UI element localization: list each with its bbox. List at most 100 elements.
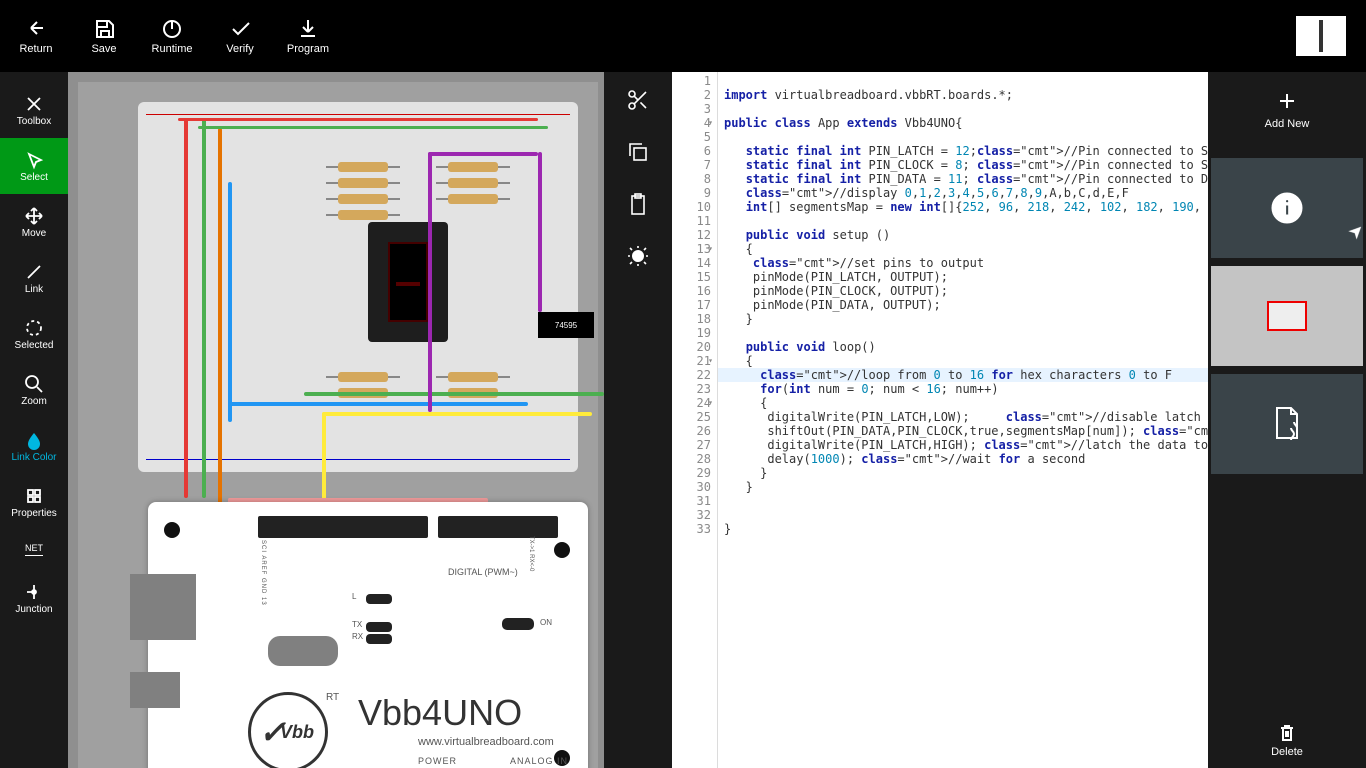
properties-label: Properties [11, 508, 57, 519]
rt-label: RT [326, 692, 339, 703]
wire[interactable] [304, 392, 604, 396]
properties-icon [24, 486, 44, 506]
wire[interactable] [202, 118, 206, 498]
wire[interactable] [198, 126, 548, 129]
link-button[interactable]: Link [0, 250, 68, 306]
tools-icon [24, 94, 44, 114]
led-rx-label: RX [352, 632, 363, 641]
resistor[interactable] [338, 194, 388, 204]
info-card[interactable]: i [1211, 158, 1363, 258]
wire[interactable] [428, 152, 538, 156]
resistor[interactable] [338, 162, 388, 172]
paste-button[interactable] [626, 192, 650, 216]
resistor[interactable] [448, 162, 498, 172]
pin-tx-labels: TX->1 RX<-0 [528, 536, 534, 571]
return-label: Return [19, 43, 52, 55]
analog-label: ANALOG IN [510, 756, 568, 766]
led-l-label: L [352, 592, 356, 601]
copy-button[interactable] [626, 140, 650, 164]
on-led [502, 618, 534, 630]
save-icon [93, 17, 115, 39]
split-view-button[interactable] [1296, 16, 1346, 56]
seven-segment-display[interactable] [368, 222, 448, 342]
toolbox-button[interactable]: Toolbox [0, 82, 68, 138]
selection-icon [24, 318, 44, 338]
move-button[interactable]: Move [0, 194, 68, 250]
properties-button[interactable]: Properties [0, 474, 68, 530]
verify-label: Verify [226, 43, 254, 55]
right-panel: Add New i Delete [1208, 72, 1366, 768]
junction-label: Junction [15, 604, 52, 615]
delete-label: Delete [1271, 746, 1303, 758]
save-label: Save [91, 43, 116, 55]
wire[interactable] [322, 412, 592, 416]
edit-toolbar [604, 72, 672, 768]
trash-icon [1277, 722, 1297, 742]
select-button[interactable]: Select [0, 138, 68, 194]
wire[interactable] [538, 152, 542, 312]
line-gutter: 1234567891011121314151617181920212223242… [672, 72, 718, 768]
back-arrow-icon [25, 17, 47, 39]
copy-icon [626, 140, 650, 164]
breadboard-canvas[interactable]: 74595 [68, 72, 604, 768]
wire[interactable] [178, 118, 538, 121]
main-content: Toolbox Select Move Link Selected Zoom L… [0, 72, 1366, 768]
power-icon [161, 17, 183, 39]
add-new-label: Add New [1265, 118, 1310, 130]
code-body[interactable]: import virtualbreadboard.vbbRT.boards.*;… [718, 72, 1208, 768]
led-tx-label: TX [352, 620, 362, 629]
clipboard-icon [626, 192, 650, 216]
return-button[interactable]: Return [6, 6, 66, 66]
arduino-board[interactable]: SCI AREF GND 13 L TX RX ON DIGITAL (PWM~… [148, 502, 588, 768]
shift-register-chip[interactable]: 74595 [538, 312, 594, 338]
delete-button[interactable]: Delete [1208, 722, 1366, 758]
top-toolbar: Return Save Runtime Verify Program [0, 0, 1366, 72]
runtime-label: Runtime [152, 43, 193, 55]
plus-icon [1276, 90, 1298, 112]
add-new-button[interactable]: Add New [1265, 90, 1310, 130]
resistor[interactable] [338, 372, 388, 382]
junction-icon [24, 582, 44, 602]
left-toolbar: Toolbox Select Move Link Selected Zoom L… [0, 72, 68, 768]
runtime-button[interactable]: Runtime [142, 6, 202, 66]
wire[interactable] [228, 402, 528, 406]
net-button[interactable]: NET [0, 530, 68, 570]
logo-text: Vbb [280, 722, 314, 743]
on-label: ON [540, 618, 552, 627]
resistor[interactable] [448, 178, 498, 188]
cut-button[interactable] [626, 88, 650, 112]
breadboard-thumbnail[interactable] [1211, 266, 1363, 366]
code-editor[interactable]: 1234567891011121314151617181920212223242… [672, 72, 1208, 768]
wire[interactable] [428, 152, 432, 412]
save-button[interactable]: Save [74, 6, 134, 66]
link-label: Link [25, 284, 43, 295]
link-color-button[interactable]: Link Color [0, 418, 68, 474]
power-label: POWER [418, 756, 457, 766]
program-button[interactable]: Program [278, 6, 338, 66]
resistor[interactable] [448, 372, 498, 382]
net-label-text: NET [25, 544, 43, 557]
zoom-icon [24, 374, 44, 394]
wire[interactable] [218, 128, 222, 548]
wire[interactable] [228, 182, 232, 422]
chip-label: 74595 [555, 321, 577, 330]
thumbnail-selection [1267, 301, 1307, 331]
script-card[interactable] [1211, 374, 1363, 474]
arduino-title: Vbb4UNO [358, 692, 522, 734]
wire[interactable] [184, 118, 188, 498]
program-label: Program [287, 43, 329, 55]
arduino-url: www.virtualbreadboard.com [418, 736, 554, 748]
resistor[interactable] [448, 194, 498, 204]
junction-button[interactable]: Junction [0, 570, 68, 626]
resistor[interactable] [338, 210, 388, 220]
toolbox-label: Toolbox [17, 116, 51, 127]
move-label: Move [22, 228, 46, 239]
zoom-button[interactable]: Zoom [0, 362, 68, 418]
debug-button[interactable] [626, 244, 650, 268]
link-color-label: Link Color [11, 452, 56, 463]
selected-button[interactable]: Selected [0, 306, 68, 362]
verify-button[interactable]: Verify [210, 6, 270, 66]
digital-label: DIGITAL (PWM~) [448, 567, 518, 577]
resistor[interactable] [338, 178, 388, 188]
bug-icon [626, 244, 650, 268]
